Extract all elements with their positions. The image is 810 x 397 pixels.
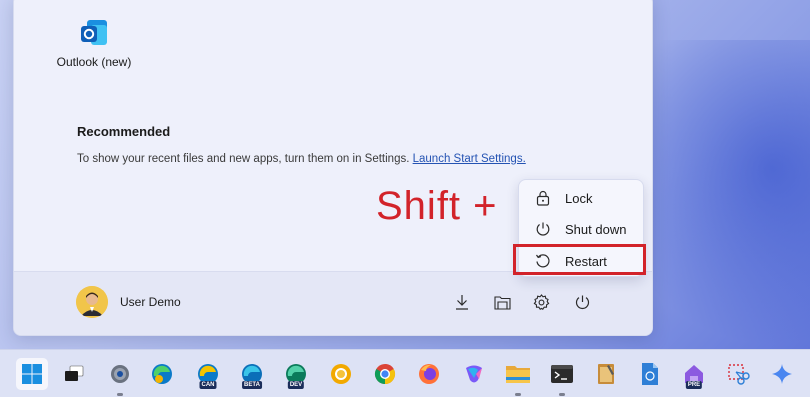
shut-down-label: Shut down [565, 221, 627, 237]
taskbar-file-explorer[interactable] [502, 358, 534, 396]
notepad-icon [598, 364, 614, 384]
firefox-icon [419, 364, 439, 384]
taskbar-firefox[interactable] [413, 358, 445, 390]
snipping-icon [728, 364, 750, 385]
chrome-icon [374, 363, 396, 385]
chrome-icon [331, 364, 351, 384]
running-indicator [117, 393, 123, 396]
power-button[interactable] [570, 290, 594, 314]
start-menu-footer: User Demo [14, 271, 652, 335]
windows-logo-icon [22, 364, 42, 384]
edge-badge: DEV [287, 381, 305, 389]
taskbar: CAN BETA DEV PRE [0, 349, 810, 397]
settings-button[interactable] [529, 290, 553, 314]
pinned-app-label: Outlook (new) [56, 55, 132, 69]
taskbar-notepad[interactable] [590, 358, 622, 390]
lock-icon [535, 190, 551, 206]
recommended-text: To show your recent files and new apps, … [77, 153, 413, 165]
file-explorer-button[interactable] [490, 290, 514, 314]
avatar [76, 286, 108, 318]
launch-start-settings-link[interactable]: Launch Start Settings. [413, 153, 526, 165]
edge-badge: BETA [242, 381, 262, 389]
power-icon [535, 221, 551, 237]
taskbar-terminal[interactable] [546, 358, 578, 396]
edge-badge: CAN [199, 381, 217, 389]
power-menu-lock[interactable]: Lock [523, 184, 641, 212]
document-icon [642, 363, 658, 385]
taskbar-chrome-canary[interactable] [325, 358, 357, 390]
sparkle-icon [772, 364, 792, 384]
restart-highlight-box [513, 244, 646, 275]
settings-icon [533, 293, 549, 310]
taskbar-copilot[interactable] [458, 358, 490, 390]
downloads-button[interactable] [450, 290, 474, 314]
taskbar-document[interactable] [634, 358, 666, 390]
shift-key-annotation: Shift + [376, 184, 498, 228]
settings-gear-icon [111, 365, 129, 383]
taskbar-settings[interactable] [104, 358, 136, 396]
taskbar-edge-can[interactable]: CAN [192, 358, 224, 390]
dev-home-badge: PRE [685, 381, 703, 389]
taskbar-dev-home-preview[interactable]: PRE [678, 358, 710, 390]
downloads-icon [456, 295, 468, 310]
edge-icon [152, 364, 172, 384]
start-menu: Outlook (new) Recommended To show your r… [13, 0, 653, 336]
taskbar-edge-canary[interactable] [146, 358, 178, 390]
outlook-icon [78, 17, 110, 49]
power-icon [575, 295, 589, 309]
folder-icon [506, 366, 530, 383]
running-indicator [559, 393, 565, 396]
taskbar-copilot-sparkle[interactable] [766, 358, 798, 390]
recommended-description: To show your recent files and new apps, … [77, 153, 526, 165]
user-account-button[interactable]: User Demo [76, 286, 181, 318]
recommended-heading: Recommended [77, 124, 171, 139]
user-name: User Demo [120, 295, 181, 309]
taskbar-edge-beta[interactable]: BETA [236, 358, 268, 390]
terminal-icon [551, 365, 573, 383]
power-menu-shut-down[interactable]: Shut down [523, 215, 641, 243]
running-indicator [515, 393, 521, 396]
taskbar-snipping-tool[interactable] [722, 358, 754, 390]
lock-label: Lock [565, 190, 593, 206]
file-explorer-icon [493, 295, 511, 310]
pinned-app-outlook[interactable]: Outlook (new) [54, 17, 134, 69]
taskbar-start-button[interactable] [16, 358, 48, 390]
task-view-icon [65, 365, 84, 381]
taskbar-task-view[interactable] [58, 358, 90, 390]
taskbar-edge-dev[interactable]: DEV [280, 358, 312, 390]
copilot-icon [466, 365, 482, 383]
taskbar-chrome[interactable] [369, 358, 401, 390]
